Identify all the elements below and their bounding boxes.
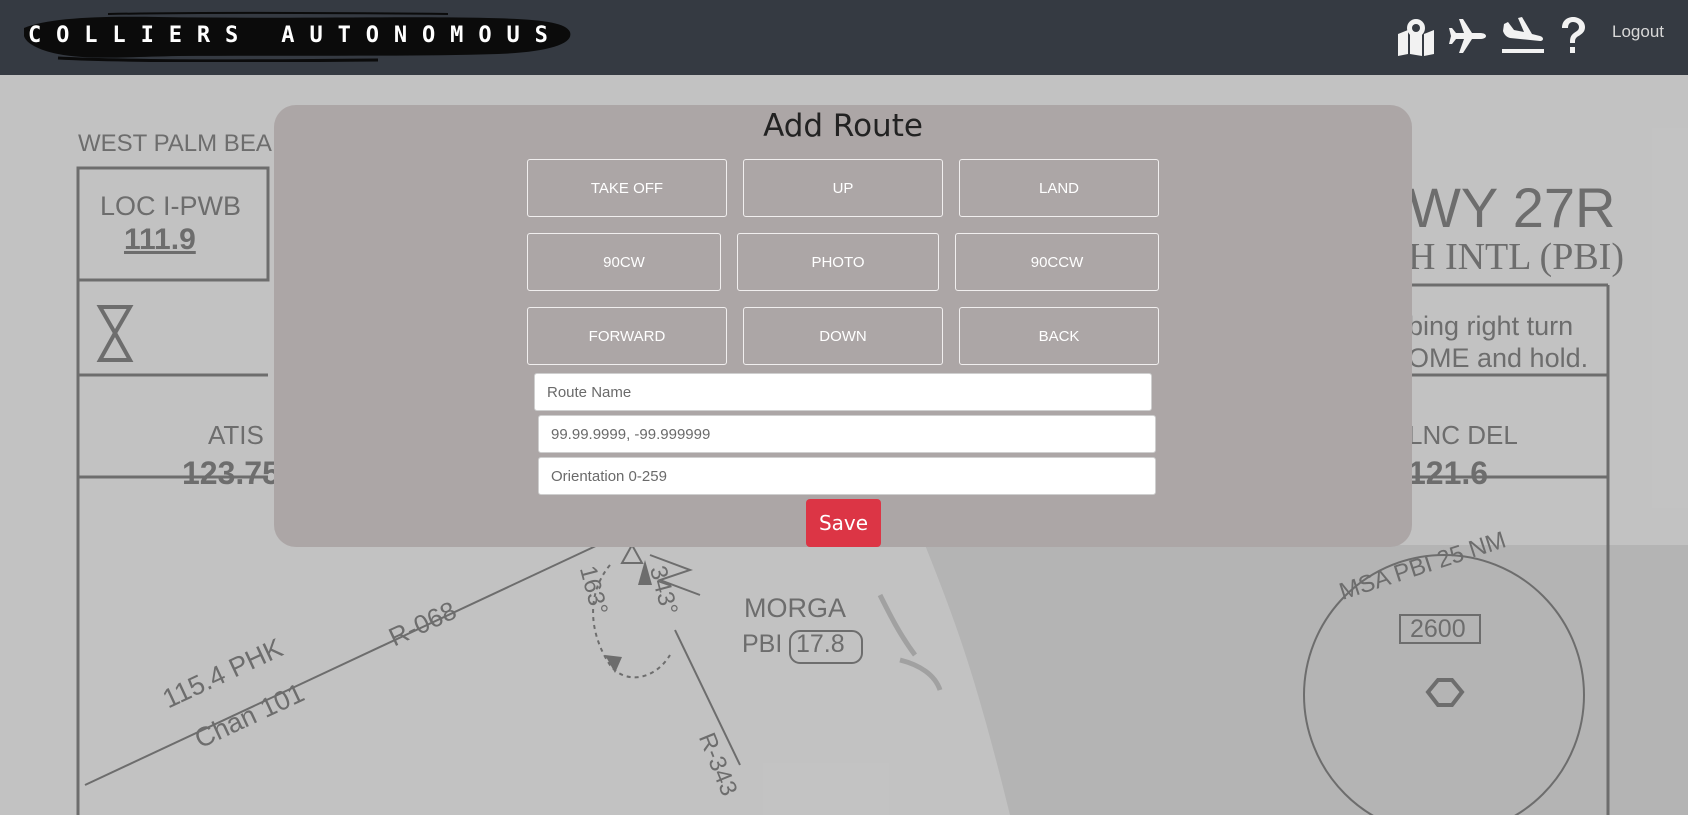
brand-name: COLLIERS AUTONOMOUS: [28, 23, 563, 48]
map-icon[interactable]: [1396, 16, 1436, 56]
save-button[interactable]: Save: [806, 499, 881, 547]
help-icon[interactable]: [1558, 16, 1588, 56]
top-navbar: COLLIERS AUTONOMOUS Logout: [0, 0, 1688, 75]
forward-button[interactable]: FORWARD: [527, 307, 727, 365]
take-off-button[interactable]: TAKE OFF: [527, 159, 727, 217]
add-route-modal: Add Route TAKE OFF UP LAND 90CW PHOTO 90…: [274, 105, 1412, 547]
route-name-input[interactable]: [534, 373, 1152, 411]
photo-button[interactable]: PHOTO: [737, 233, 939, 291]
modal-title: Add Route: [763, 108, 923, 144]
back-button[interactable]: BACK: [959, 307, 1159, 365]
orientation-input[interactable]: [538, 457, 1156, 495]
airplane-icon[interactable]: [1448, 16, 1488, 56]
brand-logo[interactable]: COLLIERS AUTONOMOUS: [18, 10, 573, 62]
land-button[interactable]: LAND: [959, 159, 1159, 217]
coordinates-input[interactable]: [538, 415, 1156, 453]
logout-link[interactable]: Logout: [1612, 22, 1664, 42]
up-button[interactable]: UP: [743, 159, 943, 217]
landing-icon[interactable]: [1500, 16, 1546, 56]
down-button[interactable]: DOWN: [743, 307, 943, 365]
rotate-90ccw-button[interactable]: 90CCW: [955, 233, 1159, 291]
rotate-90cw-button[interactable]: 90CW: [527, 233, 721, 291]
